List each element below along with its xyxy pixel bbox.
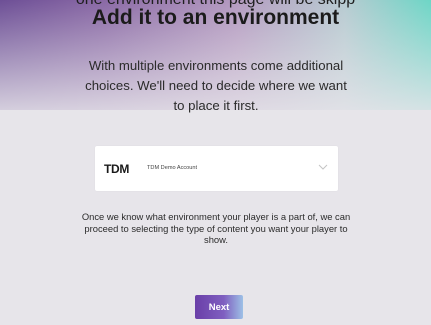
explanation-text: Once we know what environment your playe… bbox=[81, 211, 351, 245]
environment-select-value: TDM Demo Account bbox=[147, 165, 198, 171]
page: one environment this page will be skipp … bbox=[0, 0, 431, 325]
intro-text: With multiple environments come addition… bbox=[85, 58, 347, 113]
chevron-down-icon[interactable] bbox=[318, 162, 328, 172]
tdm-logo: TDM bbox=[104, 162, 130, 176]
next-button[interactable]: Next bbox=[195, 295, 243, 319]
environment-select[interactable]: TDM TDM Demo Account bbox=[95, 146, 338, 191]
page-title: Add it to an environment bbox=[91, 6, 340, 29]
